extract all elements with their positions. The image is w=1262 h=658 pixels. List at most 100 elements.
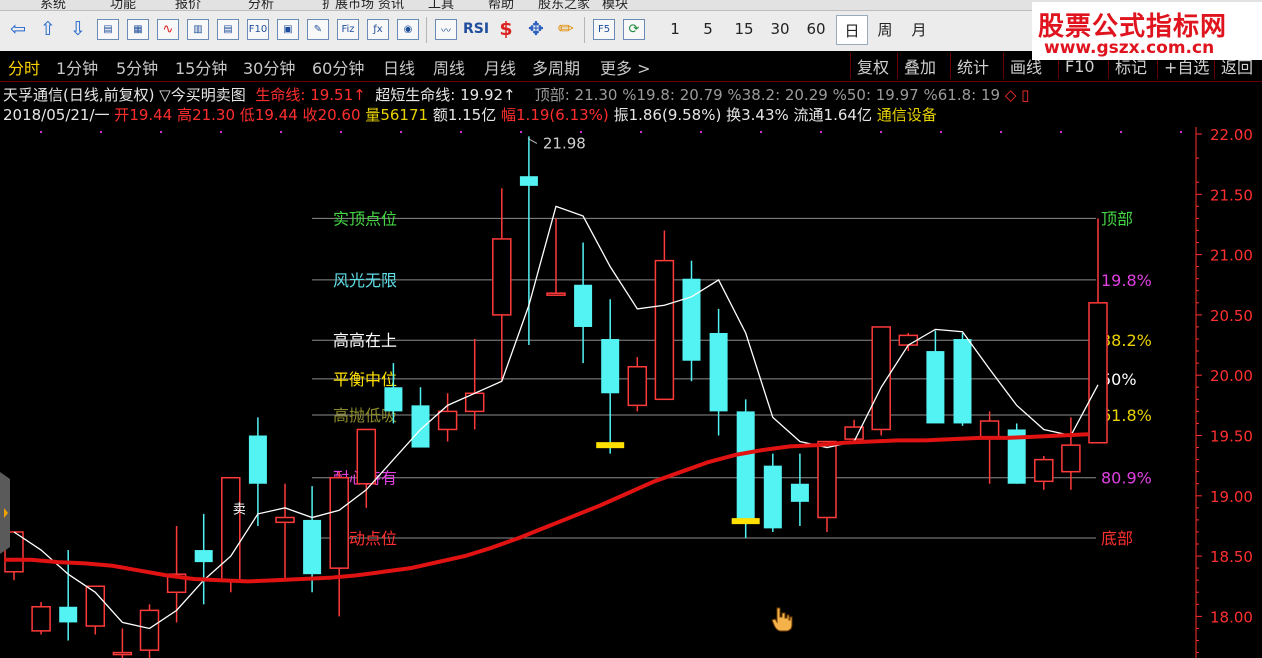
dollar-button[interactable]: $ xyxy=(492,15,520,43)
candle[interactable] xyxy=(926,330,945,424)
period-tab[interactable]: 多周期 xyxy=(532,55,580,79)
candle[interactable] xyxy=(709,308,728,436)
menu-item[interactable]: 模块 xyxy=(602,0,628,10)
toolbar-tab[interactable]: 统计 xyxy=(950,53,995,79)
menu-item[interactable]: 扩展市场 xyxy=(322,0,374,10)
indicator-name[interactable]: ▽今买明卖图 xyxy=(159,86,246,104)
period-tab-2[interactable]: 月 xyxy=(904,15,934,43)
trend-chart-button[interactable]: ∿ xyxy=(154,15,182,43)
candle[interactable] xyxy=(139,604,160,658)
grid-table-button[interactable]: ▦ xyxy=(124,15,152,43)
candle[interactable] xyxy=(953,332,972,426)
top-dot-marker xyxy=(940,131,942,133)
menu-item[interactable]: 资讯 xyxy=(378,0,404,10)
candle[interactable] xyxy=(1088,218,1108,444)
expand-diamond-icon[interactable]: ◇ xyxy=(1005,86,1017,104)
move-cross-button[interactable]: ✥ xyxy=(522,15,550,43)
formula-button[interactable]: Fiz xyxy=(334,15,362,43)
menu-item[interactable]: 系统 xyxy=(40,0,66,10)
candlestick-button[interactable]: ▥ xyxy=(184,15,212,43)
period-tab-0[interactable]: 日 xyxy=(836,15,868,45)
candle[interactable] xyxy=(682,260,701,382)
circle-select-button[interactable]: ◉ xyxy=(394,15,422,43)
kline-chart-area[interactable]: 22.00 21.50 21.00 20.50 20.00 19.50 19.00 18.50… xyxy=(0,127,1262,658)
candle[interactable] xyxy=(790,453,809,526)
candle[interactable] xyxy=(817,440,837,532)
period-tab[interactable]: 30分钟 xyxy=(243,55,295,79)
candle[interactable] xyxy=(411,387,430,448)
window-toggle-icon[interactable]: ▯ xyxy=(1021,86,1029,104)
candle-body xyxy=(1088,302,1108,444)
candle-body xyxy=(437,410,458,431)
candle[interactable] xyxy=(248,417,267,526)
candle[interactable] xyxy=(112,628,133,658)
candle[interactable] xyxy=(221,476,241,593)
period-tab[interactable]: 15分钟 xyxy=(175,55,227,79)
f5-button[interactable]: F5 xyxy=(590,15,618,43)
candle[interactable] xyxy=(871,326,891,436)
period-tab[interactable]: 日线 xyxy=(383,55,415,79)
candle[interactable] xyxy=(1034,456,1054,490)
period-15-min-button[interactable]: 15 xyxy=(726,15,762,43)
index-wave-button[interactable]: 〰 xyxy=(432,15,460,43)
kline-chart[interactable]: 22.00 21.50 21.00 20.50 20.00 19.50 19.00 18.50… xyxy=(0,127,1262,658)
down-arrow-button[interactable]: ⇩ xyxy=(64,15,92,43)
level-right-label: 底部 xyxy=(1101,529,1133,548)
menu-item[interactable]: 功能 xyxy=(110,0,136,10)
candle[interactable] xyxy=(31,601,51,635)
period-1-min-button[interactable]: 1 xyxy=(660,15,690,43)
function-button[interactable]: ƒx xyxy=(364,15,392,43)
close-value: 20.60 xyxy=(317,106,361,124)
candle[interactable] xyxy=(329,471,349,617)
menu-item[interactable]: 工具 xyxy=(428,0,454,10)
period-tab[interactable]: 周线 xyxy=(433,55,465,79)
candle[interactable] xyxy=(844,419,864,442)
period-tab[interactable]: 60分钟 xyxy=(312,55,364,79)
period-60-min-button[interactable]: 60 xyxy=(798,15,834,43)
period-tab[interactable]: 月线 xyxy=(484,55,516,79)
period-30-min-button[interactable]: 30 xyxy=(762,15,798,43)
rsi-button[interactable]: RSI xyxy=(462,15,490,43)
candle[interactable] xyxy=(85,585,106,635)
toolbar-tab[interactable]: 复权 xyxy=(850,53,895,79)
bookmark-button[interactable]: ✎ xyxy=(304,15,332,43)
candle[interactable] xyxy=(437,393,458,442)
period-tab[interactable]: 分时 xyxy=(8,55,40,79)
candle[interactable] xyxy=(763,453,782,532)
menu-item[interactable]: 股东之家 xyxy=(538,0,590,10)
candle[interactable] xyxy=(275,483,295,581)
candle[interactable] xyxy=(1061,417,1081,490)
candle[interactable] xyxy=(492,188,512,382)
list-report-button[interactable]: ▤ xyxy=(94,15,122,43)
refresh-button[interactable]: ⟳ xyxy=(620,15,648,43)
pencil-button[interactable]: ✏ xyxy=(552,15,580,43)
up-arrow-button[interactable]: ⇧ xyxy=(34,15,62,43)
candle[interactable] xyxy=(654,230,675,401)
candle[interactable] xyxy=(627,357,648,412)
period-tab[interactable]: 更多 > xyxy=(600,55,651,79)
folder-button[interactable]: ▣ xyxy=(274,15,302,43)
menu-item[interactable]: 分析 xyxy=(248,0,274,10)
menu-item[interactable]: 报价 xyxy=(175,0,201,10)
candle[interactable] xyxy=(736,399,755,539)
candle[interactable] xyxy=(601,299,620,454)
candle[interactable] xyxy=(574,242,593,364)
candle[interactable] xyxy=(519,136,538,346)
candle-body xyxy=(275,516,295,524)
top-dot-marker xyxy=(880,131,882,133)
document-button[interactable]: ▤ xyxy=(214,15,242,43)
period-5-min-button[interactable]: 5 xyxy=(690,15,726,43)
candle[interactable] xyxy=(464,339,485,430)
toolbar-tab[interactable]: 叠加 xyxy=(897,53,942,79)
period-tab[interactable]: 5分钟 xyxy=(116,55,158,79)
candle[interactable] xyxy=(979,411,1000,484)
f10-button[interactable]: F10 xyxy=(244,15,272,43)
back-arrow-button[interactable]: ⇦ xyxy=(4,15,32,43)
candle[interactable] xyxy=(194,513,213,605)
candle-body xyxy=(411,405,430,448)
candle[interactable] xyxy=(1007,423,1026,484)
candle[interactable] xyxy=(356,428,377,508)
period-tab[interactable]: 1分钟 xyxy=(56,55,98,79)
period-tab-1[interactable]: 周 xyxy=(870,15,900,43)
menu-item[interactable]: 帮助 xyxy=(488,0,514,10)
